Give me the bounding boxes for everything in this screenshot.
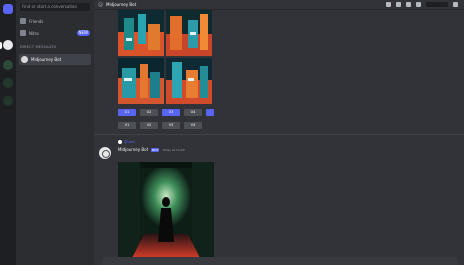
grid-image[interactable] xyxy=(166,10,212,56)
friends-icon xyxy=(20,18,26,24)
header-search-input[interactable] xyxy=(426,2,448,7)
dm-label: Midjourney Bot xyxy=(31,57,62,62)
server-icon[interactable] xyxy=(3,78,13,88)
variation-button[interactable]: V1 xyxy=(118,122,136,129)
server-icon[interactable] xyxy=(3,40,13,50)
sidebar-item-nitro[interactable]: Nitro NEW xyxy=(20,28,90,38)
chat-header: @ Midjourney Bot xyxy=(94,0,464,10)
selected-pill xyxy=(0,42,2,49)
add-friend-icon[interactable] xyxy=(416,2,421,7)
dm-item-midjourney[interactable]: Midjourney Bot xyxy=(19,54,91,65)
bot-tag: BOT xyxy=(151,147,160,152)
grid-image[interactable] xyxy=(118,58,164,104)
upscale-button[interactable]: U2 xyxy=(140,109,158,116)
reply-user: @user xyxy=(124,140,136,144)
pin-icon[interactable] xyxy=(406,2,411,7)
server-rail xyxy=(0,0,16,265)
reply-reference[interactable]: @user xyxy=(118,139,135,145)
video-icon[interactable] xyxy=(396,2,401,7)
message-author: Midjourney Bot BOT Today at 12:00 xyxy=(118,147,185,152)
call-icon[interactable] xyxy=(386,2,391,7)
variation-button[interactable]: V2 xyxy=(140,122,158,129)
upscale-button[interactable]: U3 xyxy=(162,109,180,116)
upscale-button[interactable]: U1 xyxy=(118,109,136,116)
nitro-icon xyxy=(20,30,26,36)
header-actions xyxy=(386,2,458,7)
channel-title: Midjourney Bot xyxy=(106,2,137,7)
message-divider xyxy=(94,134,464,135)
search-input[interactable]: Find or start a conversation xyxy=(20,3,90,11)
variation-button[interactable]: V3 xyxy=(162,122,180,129)
variation-button[interactable]: V4 xyxy=(184,122,202,129)
sidebar-item-label: Nitro xyxy=(29,30,39,36)
image-grid[interactable] xyxy=(118,10,214,106)
message-timestamp: Today at 12:00 xyxy=(162,147,185,152)
grid-image[interactable] xyxy=(118,10,164,56)
inbox-icon[interactable] xyxy=(453,2,458,7)
dm-section-header: DIRECT MESSAGES xyxy=(20,45,57,49)
upscaled-image[interactable] xyxy=(118,162,214,258)
home-icon[interactable] xyxy=(3,4,13,14)
dm-sidebar: Find or start a conversation Friends Nit… xyxy=(16,0,94,265)
upscale-button[interactable]: U4 xyxy=(184,109,202,116)
message-input[interactable] xyxy=(102,257,458,265)
variation-button-row: V1 V2 V3 V4 xyxy=(118,122,202,129)
chat-area: @ Midjourney Bot U1 U2 U3 U4 V1 V2 V3 V4… xyxy=(94,0,464,265)
sidebar-item-label: Friends xyxy=(29,18,44,24)
bot-avatar[interactable] xyxy=(99,147,111,159)
grid-image[interactable] xyxy=(166,58,212,104)
author-name[interactable]: Midjourney Bot xyxy=(118,147,148,152)
avatar xyxy=(21,56,28,63)
new-badge: NEW xyxy=(76,30,90,36)
at-icon: @ xyxy=(98,1,103,8)
reroll-button[interactable] xyxy=(206,109,214,116)
server-icon[interactable] xyxy=(3,60,13,70)
discord-app: Find or start a conversation Friends Nit… xyxy=(0,0,464,265)
server-icon[interactable] xyxy=(3,96,13,106)
upscale-button-row: U1 U2 U3 U4 xyxy=(118,109,214,116)
sidebar-item-friends[interactable]: Friends xyxy=(20,16,90,26)
reply-avatar xyxy=(118,140,122,144)
